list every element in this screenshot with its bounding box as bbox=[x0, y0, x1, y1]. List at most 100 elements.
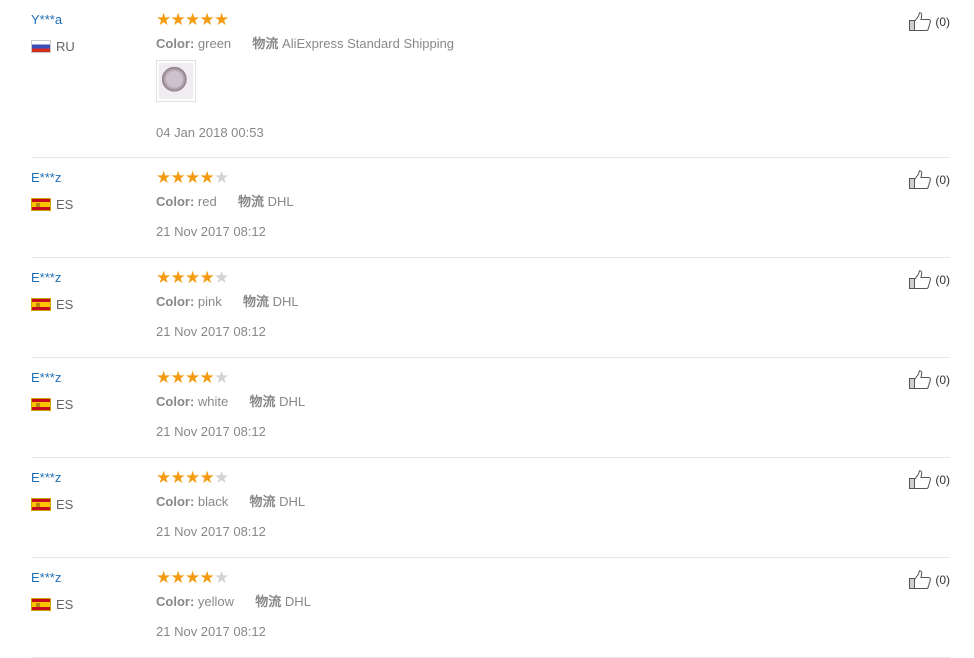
star-filled-icon: ★ bbox=[185, 468, 201, 487]
country-code: ES bbox=[56, 197, 74, 212]
thumbs-up-icon[interactable] bbox=[908, 270, 932, 290]
star-filled-icon: ★ bbox=[156, 368, 172, 387]
reviewer-country: ES bbox=[31, 197, 73, 212]
star-filled-icon: ★ bbox=[199, 368, 215, 387]
star-filled-icon: ★ bbox=[170, 368, 186, 387]
star-rating: ★ ★ ★ ★ ★ bbox=[156, 268, 229, 287]
helpful-count: (0) bbox=[935, 473, 950, 487]
shipping-value: DHL bbox=[272, 294, 299, 309]
reviewer-name[interactable]: Y***a bbox=[31, 12, 62, 28]
thumbs-up-icon[interactable] bbox=[908, 470, 932, 490]
star-rating: ★ ★ ★ ★ ★ bbox=[156, 368, 229, 387]
shipping-label: 物流 bbox=[237, 194, 264, 209]
color-value: white bbox=[197, 394, 229, 409]
star-filled-icon: ★ bbox=[156, 10, 172, 29]
country-flag-icon bbox=[31, 598, 51, 611]
review-attributes: Color: green 物流 AliExpress Standard Ship… bbox=[156, 36, 454, 52]
review-date: 21 Nov 2017 08:12 bbox=[156, 224, 266, 239]
country-flag-icon bbox=[31, 498, 51, 511]
reviewer-name[interactable]: E***z bbox=[31, 470, 61, 486]
star-filled-icon: ★ bbox=[185, 268, 201, 287]
country-code: RU bbox=[56, 39, 75, 54]
reviewer-country: ES bbox=[31, 597, 73, 612]
star-rating: ★ ★ ★ ★ ★ bbox=[156, 468, 230, 487]
star-filled-icon: ★ bbox=[199, 568, 215, 587]
helpful-button[interactable]: (0) bbox=[908, 270, 950, 290]
reviewer-name[interactable]: E***z bbox=[31, 270, 61, 286]
helpful-button[interactable]: (0) bbox=[908, 12, 950, 32]
country-code: ES bbox=[56, 297, 74, 312]
star-filled-icon: ★ bbox=[170, 568, 186, 587]
shipping-label: 物流 bbox=[255, 594, 282, 609]
star-empty-icon: ★ bbox=[214, 468, 230, 487]
helpful-button[interactable]: (0) bbox=[908, 370, 950, 390]
shipping-value: DHL bbox=[284, 594, 311, 609]
review-date: 04 Jan 2018 00:53 bbox=[156, 125, 264, 140]
helpful-count: (0) bbox=[935, 373, 950, 387]
thumbs-up-icon[interactable] bbox=[908, 570, 932, 590]
star-empty-icon: ★ bbox=[214, 168, 230, 187]
color-value: green bbox=[197, 36, 232, 51]
shipping-label: 物流 bbox=[252, 36, 279, 51]
country-flag-icon bbox=[31, 398, 51, 411]
star-filled-icon: ★ bbox=[185, 10, 201, 29]
star-filled-icon: ★ bbox=[170, 468, 186, 487]
reviewer-name[interactable]: E***z bbox=[31, 370, 61, 386]
reviewer-name[interactable]: E***z bbox=[31, 170, 61, 186]
review-attributes: Color: black 物流 DHL bbox=[156, 494, 305, 510]
thumbs-up-icon[interactable] bbox=[908, 370, 932, 390]
feedback-list: Y***a RU ★ ★ ★ ★ ★ Color: green 物流 AliExpres… bbox=[0, 0, 974, 658]
color-value: yellow bbox=[197, 594, 235, 609]
helpful-count: (0) bbox=[935, 173, 950, 187]
review-item: Y***a RU ★ ★ ★ ★ ★ Color: green 物流 AliExpres… bbox=[31, 0, 950, 158]
thumbs-up-icon[interactable] bbox=[908, 12, 932, 32]
star-filled-icon: ★ bbox=[156, 468, 172, 487]
color-label: Color: bbox=[156, 394, 195, 409]
color-value: red bbox=[197, 194, 217, 209]
shipping-value: AliExpress Standard Shipping bbox=[282, 36, 455, 51]
country-flag-icon bbox=[31, 298, 51, 311]
reviewer-country: ES bbox=[31, 297, 73, 312]
helpful-button[interactable]: (0) bbox=[908, 170, 950, 190]
country-code: ES bbox=[56, 397, 74, 412]
review-attributes: Color: white 物流 DHL bbox=[156, 394, 305, 410]
star-filled-icon: ★ bbox=[199, 10, 215, 29]
shipping-label: 物流 bbox=[249, 494, 276, 509]
color-value: black bbox=[197, 494, 229, 509]
star-filled-icon: ★ bbox=[170, 168, 186, 187]
helpful-button[interactable]: (0) bbox=[908, 470, 950, 490]
shipping-label: 物流 bbox=[243, 294, 270, 309]
helpful-count: (0) bbox=[935, 273, 950, 287]
review-item: E***z ES ★ ★ ★ ★ ★ Color: pink 物流 DHL 21 Nov… bbox=[31, 258, 950, 358]
review-date: 21 Nov 2017 08:12 bbox=[156, 524, 266, 539]
color-label: Color: bbox=[156, 594, 195, 609]
review-item: E***z ES ★ ★ ★ ★ ★ Color: yellow 物流 DHL 21 N… bbox=[31, 558, 950, 658]
review-item: E***z ES ★ ★ ★ ★ ★ Color: red 物流 DHL 21 Nov … bbox=[31, 158, 950, 258]
review-photo-thumbnail[interactable] bbox=[156, 60, 196, 102]
thumbs-up-icon[interactable] bbox=[908, 170, 932, 190]
star-filled-icon: ★ bbox=[199, 468, 215, 487]
star-filled-icon: ★ bbox=[185, 168, 201, 187]
review-date: 21 Nov 2017 08:12 bbox=[156, 324, 266, 339]
star-filled-icon: ★ bbox=[156, 168, 172, 187]
review-attributes: Color: yellow 物流 DHL bbox=[156, 594, 311, 610]
reviewer-name[interactable]: E***z bbox=[31, 570, 61, 586]
country-code: ES bbox=[56, 497, 74, 512]
star-filled-icon: ★ bbox=[156, 568, 172, 587]
star-filled-icon: ★ bbox=[214, 10, 230, 29]
country-code: ES bbox=[56, 597, 74, 612]
reviewer-country: RU bbox=[31, 39, 75, 54]
star-filled-icon: ★ bbox=[185, 368, 201, 387]
color-label: Color: bbox=[156, 194, 195, 209]
color-label: Color: bbox=[156, 494, 195, 509]
helpful-button[interactable]: (0) bbox=[908, 570, 950, 590]
shipping-value: DHL bbox=[279, 394, 306, 409]
review-date: 21 Nov 2017 08:12 bbox=[156, 424, 266, 439]
star-filled-icon: ★ bbox=[156, 268, 172, 287]
star-filled-icon: ★ bbox=[170, 10, 186, 29]
shipping-value: DHL bbox=[279, 494, 306, 509]
helpful-count: (0) bbox=[935, 573, 950, 587]
star-rating: ★ ★ ★ ★ ★ bbox=[156, 568, 229, 587]
star-filled-icon: ★ bbox=[185, 568, 201, 587]
shipping-label: 物流 bbox=[249, 394, 276, 409]
